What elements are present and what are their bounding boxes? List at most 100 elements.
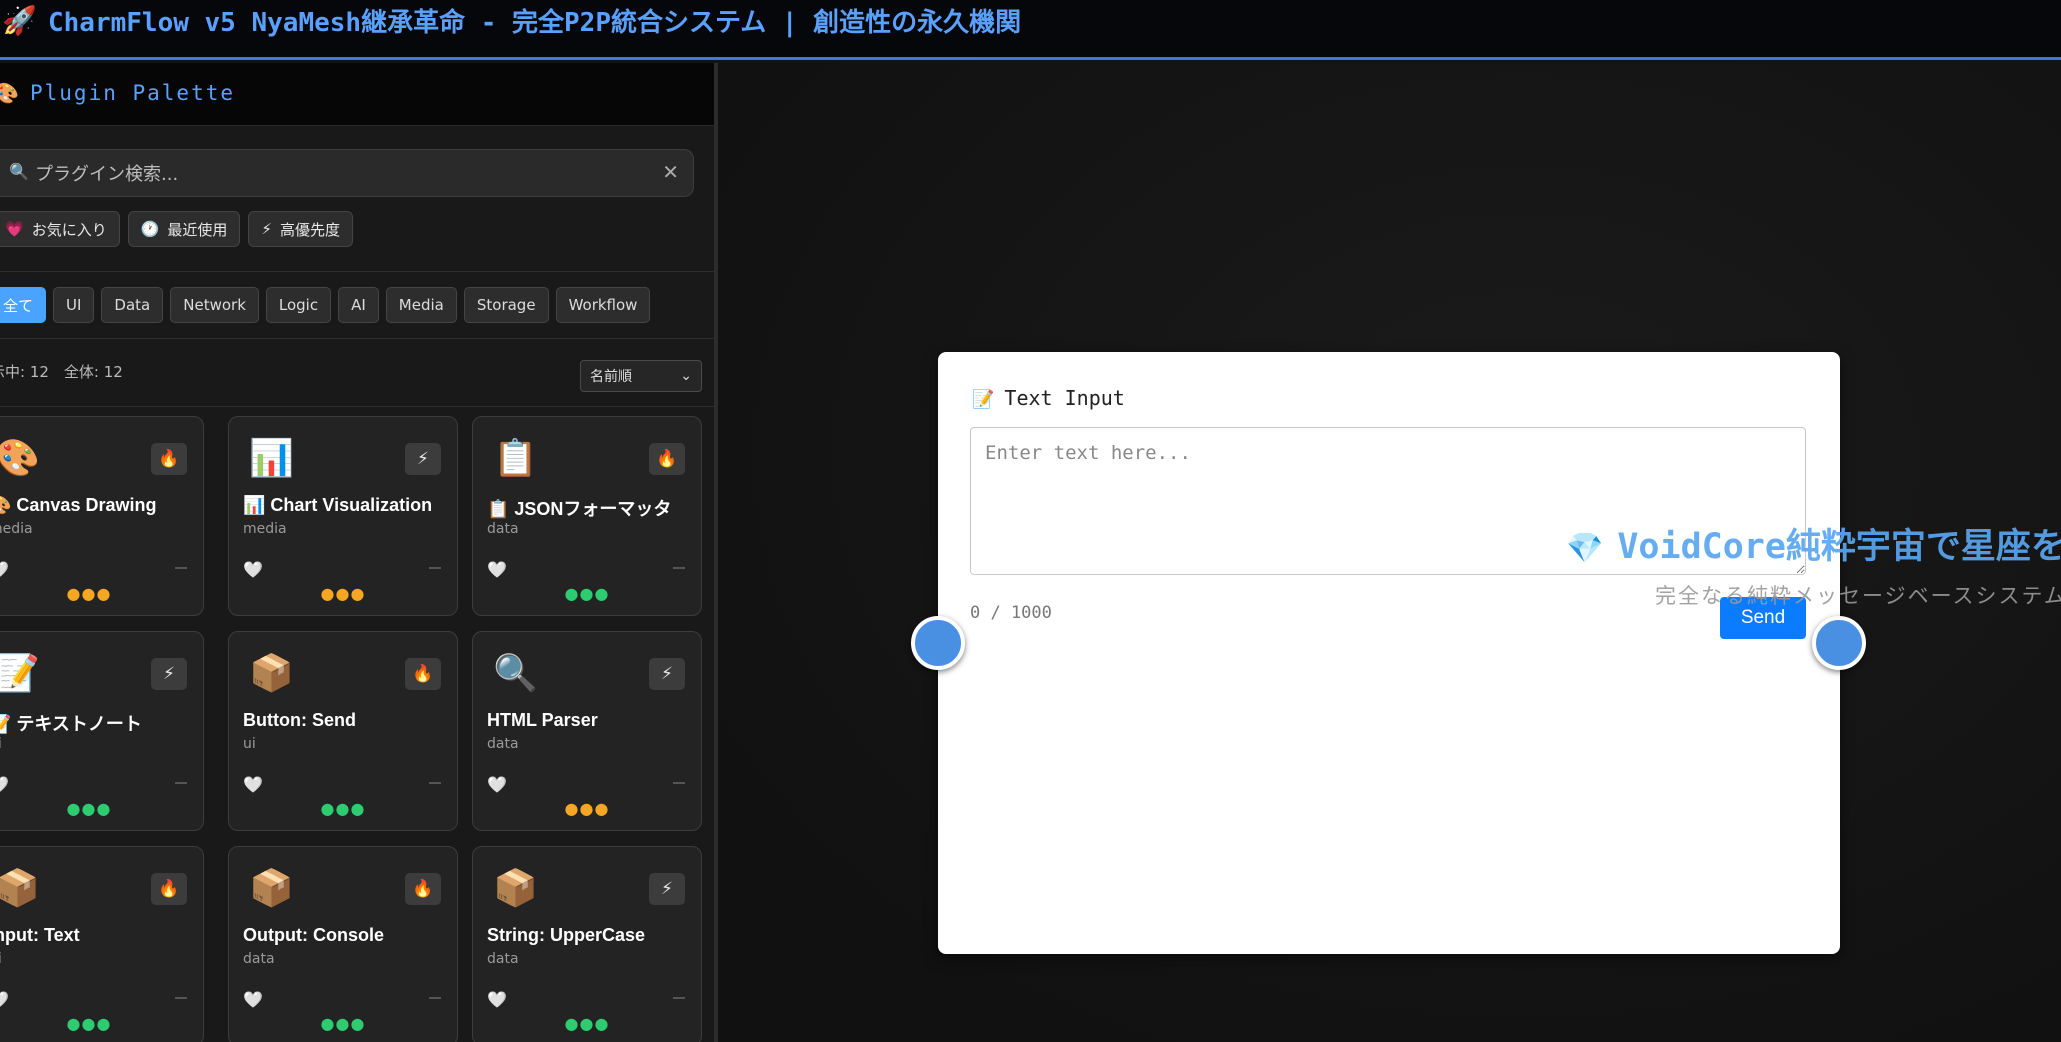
category-tab-logic[interactable]: Logic [265, 287, 332, 323]
app-title: CharmFlow v5 NyaMesh継承革命 - 完全P2P統合システム |… [48, 8, 1022, 38]
char-counter: 0 / 1000 [970, 603, 1052, 623]
sort-select[interactable]: 名前順 ⌄ [580, 360, 702, 392]
plugin-card[interactable]: 🔍 ⚡ HTML Parser data 🤍 ●●● [472, 631, 702, 831]
palette-header: 🎨 Plugin Palette [0, 63, 714, 126]
priority-filter-button[interactable]: ⚡ 高優先度 [248, 211, 353, 247]
chevron-down-icon: ⌄ [680, 368, 692, 384]
favorite-heart-icon[interactable]: 🤍 [243, 775, 263, 794]
status-dots: ●●● [66, 799, 112, 818]
favorite-heart-icon[interactable]: 🤍 [0, 775, 9, 794]
more-dash[interactable] [175, 782, 187, 784]
category-tab-network[interactable]: Network [170, 287, 259, 323]
category-tabs: 全て UI Data Network Logic AI Media Storag… [0, 287, 651, 323]
more-dash[interactable] [175, 997, 187, 999]
favorite-heart-icon[interactable]: 🤍 [0, 560, 9, 579]
category-tab-data[interactable]: Data [101, 287, 164, 323]
overlay-title-text: VoidCore純粋宇宙で星座を [1617, 527, 2061, 567]
node-title: Text Input [1004, 386, 1125, 410]
overlay-subtitle: 完全なる純粋メッセージベースシステム [1655, 584, 2061, 608]
more-dash[interactable] [429, 567, 441, 569]
plugin-name: 📝 テキストノート [0, 714, 142, 734]
palette-icon: 🎨 [0, 81, 19, 105]
plugin-icon: 📦 [249, 868, 294, 909]
priority-badge: 🔥 [151, 443, 187, 475]
status-dots: ●●● [564, 799, 610, 818]
status-dots: ●●● [564, 584, 610, 603]
memo-icon: 📝 [972, 389, 995, 410]
plugin-palette-sidebar: 🎨 Plugin Palette 🔍 ✕ 💗 お気に入り 🕐 最近使用 ⚡ 高優… [0, 63, 718, 1042]
plugin-name: HTML Parser [487, 710, 598, 730]
plugin-icon: 🔍 [493, 653, 538, 694]
favorite-heart-icon[interactable]: 🤍 [487, 560, 507, 579]
node-header: 📝 Text Input [972, 386, 1125, 410]
status-dots: ●●● [66, 1014, 112, 1033]
status-dots: ●●● [66, 584, 112, 603]
priority-badge: ⚡ [151, 658, 187, 690]
divider [0, 406, 714, 407]
heart-icon: 💗 [5, 220, 24, 238]
plugin-icon: 📦 [493, 868, 538, 909]
clear-search-icon[interactable]: ✕ [662, 160, 679, 184]
priority-badge: ⚡ [405, 443, 441, 475]
favorite-heart-icon[interactable]: 🤍 [487, 775, 507, 794]
category-tab-workflow[interactable]: Workflow [555, 287, 651, 323]
search-icon: 🔍 [9, 162, 29, 181]
plugin-name: 📊 Chart Visualization [243, 495, 433, 515]
plugin-icon: 📦 [0, 867, 40, 909]
plugin-count-stats: 示中: 12 全体: 12 [0, 363, 123, 381]
favorites-filter-button[interactable]: 💗 お気に入り [0, 211, 120, 247]
quick-filter-bar: 💗 お気に入り 🕐 最近使用 ⚡ 高優先度 [0, 211, 353, 247]
priority-badge: ⚡ [649, 658, 685, 690]
favorite-heart-icon[interactable]: 🤍 [0, 990, 9, 1009]
category-tab-media[interactable]: Media [385, 287, 457, 323]
plugin-icon: 📋 [493, 438, 538, 479]
plugin-category: media [243, 521, 287, 537]
more-dash[interactable] [673, 567, 685, 569]
more-dash[interactable] [673, 997, 685, 999]
category-tab-all[interactable]: 全て [0, 287, 47, 323]
plugin-card[interactable]: 📊 ⚡ 📊 Chart Visualization media 🤍 ●●● [228, 416, 458, 616]
category-tab-ui[interactable]: UI [53, 287, 95, 323]
divider [0, 338, 714, 339]
output-port[interactable] [1812, 616, 1866, 670]
plugin-icon: 📦 [249, 653, 294, 694]
favorite-heart-icon[interactable]: 🤍 [243, 560, 263, 579]
plugin-name: 📋 JSONフォーマッタ [487, 499, 672, 519]
recent-filter-button[interactable]: 🕐 最近使用 [127, 211, 241, 247]
more-dash[interactable] [673, 782, 685, 784]
plugin-name: Output: Console [243, 925, 384, 945]
category-tab-storage[interactable]: Storage [463, 287, 549, 323]
plugin-category: ui [0, 736, 2, 752]
plugin-search-input[interactable] [33, 158, 637, 190]
recent-filter-label: 最近使用 [167, 220, 228, 239]
favorites-filter-label: お気に入り [31, 220, 107, 239]
category-tab-ai[interactable]: AI [338, 287, 379, 323]
favorite-heart-icon[interactable]: 🤍 [487, 990, 507, 1009]
palette-title: Plugin Palette [30, 81, 236, 105]
overlay-title: 💎 VoidCore純粋宇宙で星座を [1566, 518, 2061, 569]
plugin-card[interactable]: 🎨 🔥 🎨 Canvas Drawing media 🤍 ●●● [0, 416, 204, 616]
divider [0, 271, 714, 272]
input-port[interactable] [911, 616, 965, 670]
plugin-category: data [487, 736, 519, 752]
lightning-icon: ⚡ [261, 220, 272, 238]
priority-badge: 🔥 [405, 658, 441, 690]
plugin-card[interactable]: 📦 🔥 Button: Send ui 🤍 ●●● [228, 631, 458, 831]
more-dash[interactable] [175, 567, 187, 569]
plugin-card[interactable]: 📦 🔥 Output: Console data 🤍 ●●● [228, 846, 458, 1042]
plugin-card[interactable]: 📦 🔥 Input: Text ui 🤍 ●●● [0, 846, 204, 1042]
status-dots: ●●● [564, 1014, 610, 1033]
plugin-card[interactable]: 📦 ⚡ String: UpperCase data 🤍 ●●● [472, 846, 702, 1042]
text-input-node[interactable]: 📝Text Input 0 / 1000 Send [938, 352, 1840, 954]
more-dash[interactable] [429, 782, 441, 784]
favorite-heart-icon[interactable]: 🤍 [243, 990, 263, 1009]
plugin-card[interactable]: 📋 🔥 📋 JSONフォーマッタ data 🤍 ●●● [472, 416, 702, 616]
clock-icon: 🕐 [140, 220, 160, 238]
status-dots: ●●● [320, 1014, 366, 1033]
priority-badge: 🔥 [405, 873, 441, 905]
plugin-card[interactable]: 📝 ⚡ 📝 テキストノート ui 🤍 ●●● [0, 631, 204, 831]
plugin-icon: 📊 [249, 438, 294, 479]
plugin-name: 🎨 Canvas Drawing [0, 495, 157, 515]
plugin-category: data [487, 521, 519, 537]
more-dash[interactable] [429, 997, 441, 999]
